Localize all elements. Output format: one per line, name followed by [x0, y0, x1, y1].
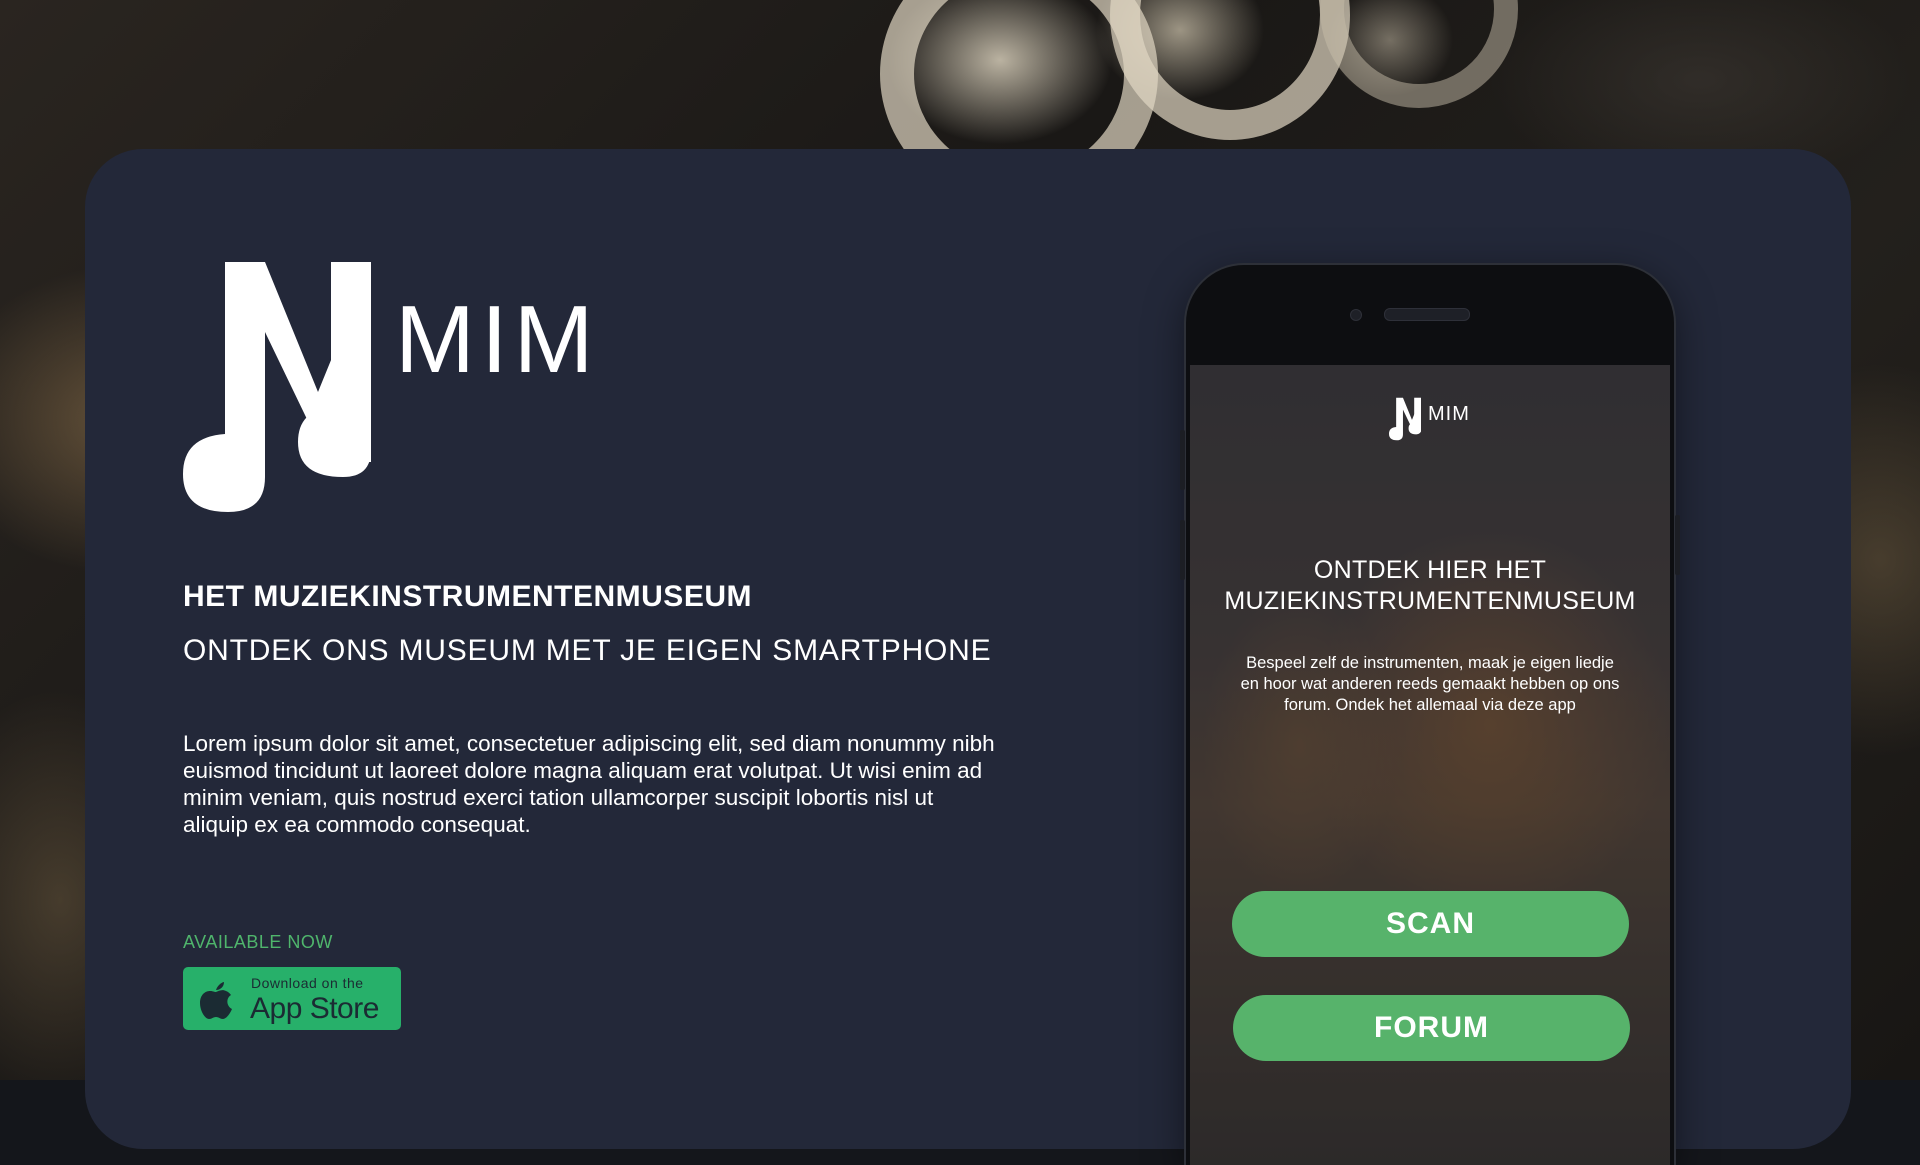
phone-screen: MIM ONTDEK HIER HET MUZIEKINSTRUMENTENMU… — [1190, 365, 1670, 1165]
phone-speaker — [1384, 308, 1470, 321]
brand-wordmark: MIM — [395, 286, 600, 393]
available-now-label: AVAILABLE NOW — [183, 932, 333, 952]
intro-paragraph: Lorem ipsum dolor sit amet, consectetuer… — [183, 731, 995, 837]
app-store-button[interactable]: Download on the App Store — [183, 967, 401, 1030]
page-subtitle: ONTDEK ONS MUSEUM MET JE EIGEN SMARTPHON… — [183, 634, 992, 667]
phone-mockup: MIM ONTDEK HIER HET MUZIEKINSTRUMENTENMU… — [1180, 265, 1680, 1165]
phone-side-button — [1675, 515, 1680, 575]
app-store-big-text: App Store — [250, 992, 379, 1025]
instrument-valve-ring — [1320, 0, 1518, 108]
mim-small-logo-icon — [1389, 397, 1421, 441]
phone-side-button — [1180, 520, 1185, 580]
phone-brand-wordmark: MIM — [1428, 403, 1470, 425]
forum-button[interactable]: FORUM — [1233, 995, 1630, 1061]
phone-side-button — [1180, 430, 1185, 490]
phone-description: Bespeel zelf de instrumenten, maak je ei… — [1240, 654, 1620, 714]
page-title: HET MUZIEKINSTRUMENTENMUSEUM — [183, 580, 752, 613]
scan-button[interactable]: SCAN — [1232, 891, 1629, 957]
app-store-small-text: Download on the — [251, 975, 364, 991]
apple-icon — [200, 982, 232, 1019]
phone-camera-icon — [1350, 309, 1362, 321]
phone-title: ONTDEK HIER HET MUZIEKINSTRUMENTENMUSEUM — [1224, 556, 1636, 615]
